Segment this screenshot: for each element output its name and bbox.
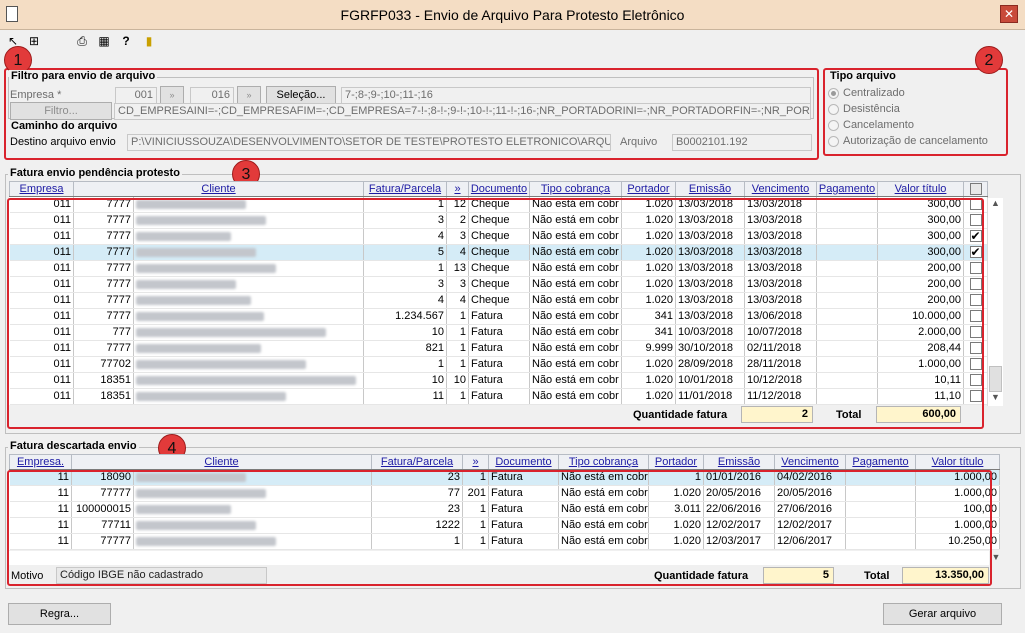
discarded-qtd-label: Quantidade fatura [654, 570, 749, 582]
help-icon[interactable]: ? [120, 33, 132, 49]
col-portador[interactable]: Portador [648, 454, 704, 470]
arquivo-input[interactable]: B0002101.192 [672, 134, 812, 151]
col-expand[interactable]: » [446, 181, 469, 197]
col-empresa[interactable]: Empresa. [9, 454, 72, 470]
col-pagamento[interactable]: Pagamento [816, 181, 878, 197]
arquivo-label: Arquivo [620, 136, 658, 148]
tipo-title: Tipo arquivo [828, 70, 898, 82]
col-empresa[interactable]: Empresa [9, 181, 74, 197]
col-expand[interactable]: » [462, 454, 489, 470]
motivo-input[interactable]: Código IBGE não cadastrado [56, 567, 267, 584]
title-bar: FGRFP033 - Envio de Arquivo Para Protest… [0, 0, 1025, 30]
radio-autorizacao[interactable] [828, 136, 839, 147]
pending-qtd-label: Quantidade fatura [633, 409, 728, 421]
motivo-label: Motivo [11, 570, 44, 582]
badge-2: 2 [975, 46, 1003, 74]
empresa-label: Empresa * [10, 89, 62, 101]
pending-highlight [7, 198, 984, 429]
pending-total-value: 600,00 [876, 406, 961, 423]
empresa-from-input[interactable]: 001 [115, 87, 157, 104]
empresa-from-lookup-icon[interactable]: » [160, 86, 184, 104]
radio-centralizado-label: Centralizado [843, 87, 905, 99]
filtro-input[interactable]: CD_EMPRESAINI=-;CD_EMPRESAFIM=-;CD_EMPRE… [114, 103, 811, 120]
empresa-to-input[interactable]: 016 [190, 87, 234, 104]
col-fatura[interactable]: Fatura/Parcela [371, 454, 463, 470]
col-vencimento[interactable]: Vencimento [744, 181, 817, 197]
select-all-checkbox[interactable] [969, 182, 982, 195]
discarded-qtd-value: 5 [763, 567, 834, 584]
discarded-total-label: Total [864, 570, 890, 582]
col-pagamento[interactable]: Pagamento [845, 454, 916, 470]
radio-desistencia-label: Desistência [843, 103, 900, 115]
col-select[interactable] [963, 181, 988, 197]
radio-autorizacao-label: Autorização de cancelamento [843, 135, 988, 147]
col-documento[interactable]: Documento [488, 454, 559, 470]
radio-cancelamento[interactable] [828, 120, 839, 131]
discarded-total-value: 13.350,00 [902, 567, 989, 584]
close-button[interactable]: ✕ [1000, 5, 1018, 23]
col-tipo[interactable]: Tipo cobrança [529, 181, 622, 197]
col-valor[interactable]: Valor título [877, 181, 964, 197]
col-emissao[interactable]: Emissão [675, 181, 745, 197]
pending-qtd-value: 2 [741, 406, 813, 423]
col-cliente[interactable]: Cliente [71, 454, 372, 470]
tree-icon[interactable]: ⊞ [26, 33, 42, 49]
col-vencimento[interactable]: Vencimento [774, 454, 846, 470]
radio-cancelamento-label: Cancelamento [843, 119, 914, 131]
grid-icon[interactable]: ▦ [96, 33, 112, 49]
col-portador[interactable]: Portador [621, 181, 676, 197]
selecao-button[interactable]: Seleção... [266, 86, 336, 104]
scroll-down-icon[interactable]: ▼ [988, 392, 1003, 402]
col-documento[interactable]: Documento [468, 181, 530, 197]
discarded-title: Fatura descartada envio [8, 440, 139, 452]
col-valor[interactable]: Valor título [915, 454, 1000, 470]
radio-centralizado[interactable] [828, 88, 839, 99]
print-icon[interactable]: ⎙ [74, 33, 90, 49]
col-emissao[interactable]: Emissão [703, 454, 775, 470]
radio-desistencia[interactable] [828, 104, 839, 115]
gerar-arquivo-button[interactable]: Gerar arquivo [883, 603, 1002, 625]
pending-scrollbar[interactable]: ▲ ▼ [987, 198, 1003, 406]
window-title: FGRFP033 - Envio de Arquivo Para Protest… [340, 7, 685, 23]
regra-button[interactable]: Regra... [8, 603, 111, 625]
col-tipo[interactable]: Tipo cobrança [558, 454, 649, 470]
destino-label: Destino arquivo envio [10, 136, 116, 148]
pending-title: Fatura envio pendência protesto [8, 167, 182, 179]
pending-total-label: Total [836, 409, 862, 421]
empresa-to-lookup-icon[interactable]: » [237, 86, 261, 104]
destino-input[interactable]: P:\VINICIUSSOUZA\DESENVOLVIMENTO\SETOR D… [127, 134, 611, 151]
filter-title: Filtro para envio de arquivo [9, 70, 158, 82]
pending-header-row: Empresa Cliente Fatura/Parcela » Documen… [9, 181, 988, 197]
path-title: Caminho do arquivo [9, 120, 120, 132]
selecao-input[interactable]: 7-;8-;9-;10-;11-;16 [341, 87, 811, 104]
exit-door-icon[interactable]: ▮ [142, 33, 156, 49]
filtro-button[interactable]: Filtro... [10, 102, 112, 120]
col-cliente[interactable]: Cliente [73, 181, 364, 197]
scroll-up-icon[interactable]: ▲ [988, 198, 1003, 208]
discarded-header-row: Empresa. Cliente Fatura/Parcela » Docume… [9, 454, 1000, 470]
scroll-thumb[interactable] [989, 366, 1002, 392]
col-fatura[interactable]: Fatura/Parcela [363, 181, 447, 197]
